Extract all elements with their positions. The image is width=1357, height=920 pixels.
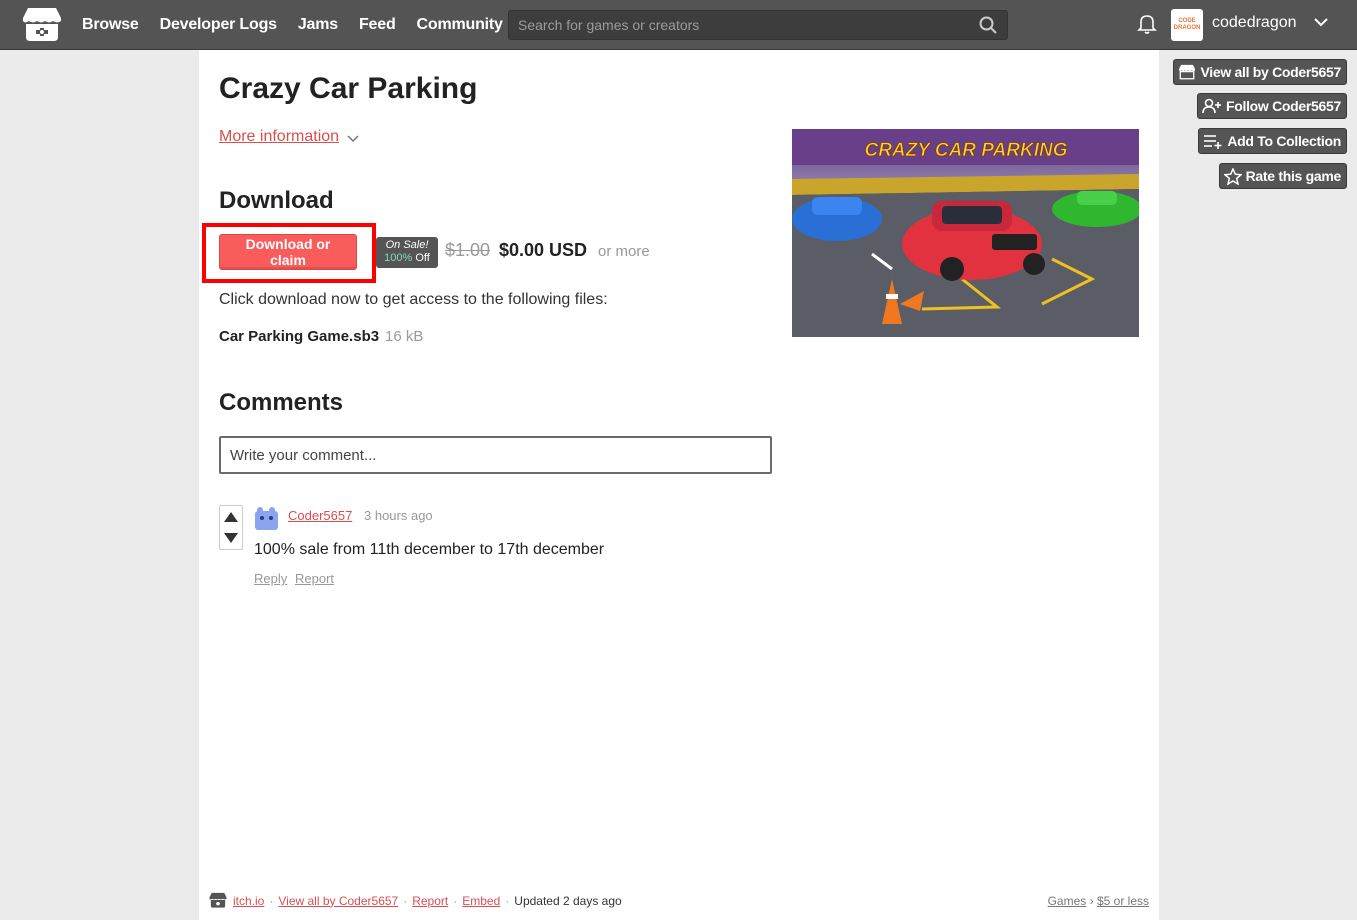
vote-box bbox=[219, 505, 243, 550]
breadcrumb-separator: › bbox=[1089, 894, 1094, 908]
store-icon bbox=[1179, 64, 1196, 80]
footer-itchio-link[interactable]: itch.io bbox=[233, 894, 264, 908]
comment-body: 100% sale from 11th december to 17th dec… bbox=[254, 541, 605, 558]
footer-breadcrumb: Games › $5 or less bbox=[1048, 894, 1149, 908]
footer-separator: · bbox=[453, 893, 458, 908]
footer-report-link[interactable]: Report bbox=[412, 894, 448, 908]
sale-off-word: Off bbox=[415, 252, 430, 264]
search-icon[interactable] bbox=[979, 16, 997, 34]
download-description: Click download now to get access to the … bbox=[219, 291, 608, 308]
username[interactable]: codedragon bbox=[1212, 14, 1297, 32]
itchio-footer-icon[interactable] bbox=[209, 892, 227, 909]
download-or-claim-button[interactable]: Download or claim bbox=[219, 234, 357, 270]
game-cover-image[interactable]: CRAZY CAR PARKING bbox=[792, 129, 1139, 337]
chevron-down-icon[interactable] bbox=[1313, 16, 1329, 28]
comment-input[interactable] bbox=[219, 436, 772, 474]
main-nav: Browse Developer Logs Jams Feed Communit… bbox=[82, 0, 524, 49]
download-heading: Download bbox=[219, 187, 334, 214]
sale-percent: 100% bbox=[384, 252, 413, 264]
sale-label: On Sale! bbox=[385, 239, 429, 251]
chevron-down-icon[interactable] bbox=[347, 135, 359, 143]
search-box bbox=[508, 10, 1008, 40]
add-user-icon bbox=[1202, 98, 1221, 114]
upvote-arrow-icon[interactable] bbox=[223, 511, 239, 523]
sale-price: $0.00 USD bbox=[499, 240, 588, 260]
rate-game-button[interactable]: Rate this game bbox=[1218, 163, 1347, 189]
nav-browse[interactable]: Browse bbox=[82, 16, 139, 34]
game-page-column: Crazy Car Parking More information Downl… bbox=[199, 50, 1159, 920]
breadcrumb-price-link[interactable]: $5 or less bbox=[1097, 894, 1149, 908]
commenter-avatar-icon[interactable] bbox=[254, 506, 279, 531]
comment-report-link[interactable]: Report bbox=[295, 571, 334, 586]
footer-updated: Updated 2 days ago bbox=[514, 893, 622, 908]
footer-separator: · bbox=[269, 893, 274, 908]
follow-label: Follow Coder5657 bbox=[1225, 98, 1341, 114]
comment-author-link[interactable]: Coder5657 bbox=[288, 508, 352, 523]
nav-feed[interactable]: Feed bbox=[359, 16, 396, 34]
itchio-logo-icon[interactable] bbox=[22, 6, 62, 44]
nav-community[interactable]: Community bbox=[417, 16, 503, 34]
playlist-add-icon bbox=[1204, 135, 1222, 149]
avatar-label: CODE DRAGON bbox=[1173, 18, 1201, 31]
breadcrumb-games-link[interactable]: Games bbox=[1048, 894, 1087, 908]
original-price: $1.00 bbox=[445, 240, 491, 260]
cover-title-text: CRAZY CAR PARKING bbox=[864, 140, 1067, 161]
nav-developer-logs[interactable]: Developer Logs bbox=[160, 16, 277, 34]
user-avatar[interactable]: CODE DRAGON bbox=[1171, 9, 1203, 41]
sale-badge: On Sale! 100% Off bbox=[376, 237, 438, 268]
view-all-label: View all by Coder5657 bbox=[1200, 64, 1341, 80]
footer-separator: · bbox=[403, 893, 408, 908]
file-size: 16 kB bbox=[385, 328, 424, 345]
star-icon bbox=[1223, 167, 1242, 185]
comments-heading: Comments bbox=[219, 389, 344, 416]
notification-bell-icon[interactable] bbox=[1137, 13, 1157, 35]
search-input[interactable] bbox=[509, 11, 987, 39]
footer-embed-link[interactable]: Embed bbox=[462, 894, 500, 908]
downvote-arrow-icon[interactable] bbox=[223, 532, 239, 544]
footer-view-all-link[interactable]: View all by Coder5657 bbox=[278, 894, 398, 908]
view-all-by-creator-button[interactable]: View all by Coder5657 bbox=[1173, 59, 1347, 85]
footer-separator: · bbox=[505, 893, 510, 908]
more-information-link[interactable]: More information bbox=[219, 128, 339, 146]
add-collection-label: Add To Collection bbox=[1227, 133, 1341, 149]
nav-jams[interactable]: Jams bbox=[298, 16, 338, 34]
follow-creator-button[interactable]: Follow Coder5657 bbox=[1196, 93, 1347, 119]
top-bar: Browse Developer Logs Jams Feed Communit… bbox=[0, 0, 1357, 50]
file-name: Car Parking Game.sb3 bbox=[219, 328, 380, 345]
comment-timestamp: 3 hours ago bbox=[364, 508, 433, 523]
add-to-collection-button[interactable]: Add To Collection bbox=[1198, 128, 1347, 154]
or-more-label: or more bbox=[598, 243, 650, 260]
sale-off-line: 100% Off bbox=[376, 252, 438, 265]
page-footer: itch.io · View all by Coder5657 · Report… bbox=[209, 892, 622, 909]
page-title: Crazy Car Parking bbox=[219, 72, 478, 105]
comment-reply-link[interactable]: Reply bbox=[254, 571, 287, 586]
rate-label: Rate this game bbox=[1245, 168, 1342, 184]
